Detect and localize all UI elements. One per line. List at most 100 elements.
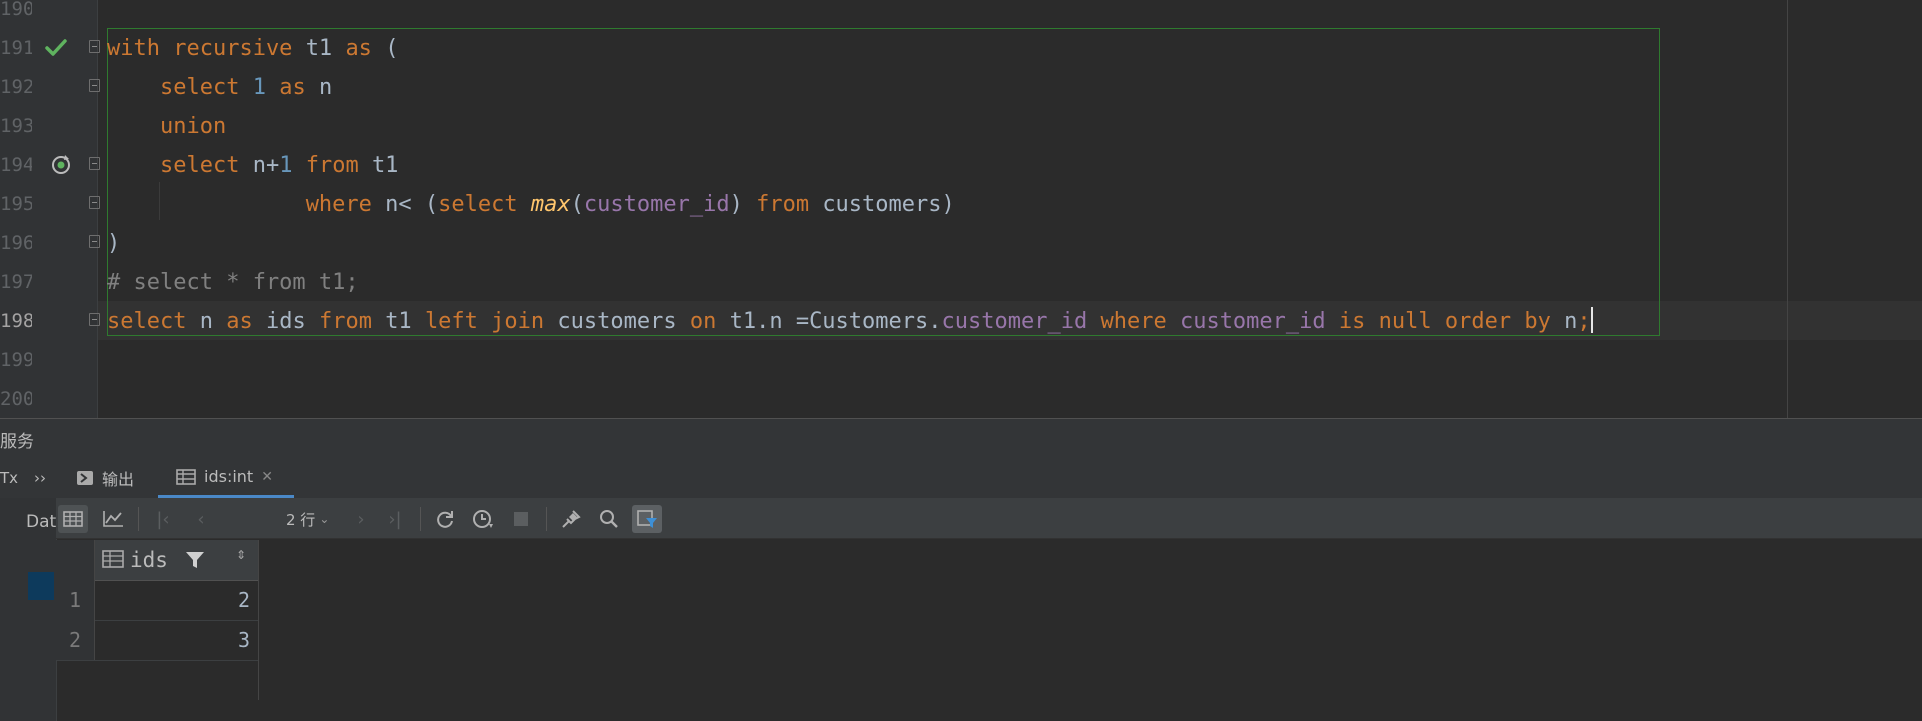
code-line[interactable]: )	[107, 224, 1593, 263]
column-header-ids[interactable]: ids	[130, 548, 168, 572]
cell-value[interactable]: 3	[238, 620, 250, 660]
fold-marker[interactable]	[89, 79, 100, 92]
code-token: select	[159, 75, 253, 100]
console-icon	[77, 471, 93, 485]
tab-result-label: ids:int	[204, 467, 254, 486]
stop-icon[interactable]	[506, 505, 536, 533]
column-icon	[102, 550, 124, 568]
table-icon	[176, 468, 196, 485]
last-page-icon[interactable]: ›|	[380, 505, 410, 533]
refresh-icon[interactable]	[430, 505, 460, 533]
pin-icon[interactable]	[556, 505, 586, 533]
code-token: customer_id	[583, 192, 730, 217]
search-icon[interactable]	[594, 505, 624, 533]
fold-marker[interactable]	[89, 235, 100, 248]
recursive-query-icon[interactable]	[49, 153, 73, 177]
line-number: 194	[0, 154, 32, 176]
code-token: as	[226, 309, 266, 334]
code-token: n	[199, 309, 227, 334]
code-line[interactable]: # select * from t1;	[107, 263, 1593, 302]
line-number: 193	[0, 115, 32, 137]
code-token: from	[318, 309, 386, 334]
prev-page-icon[interactable]: ‹	[186, 505, 216, 533]
code-token: n	[318, 75, 333, 100]
right-margin-guide	[1787, 0, 1788, 418]
next-page-icon[interactable]: ›	[346, 505, 376, 533]
code-token: n	[1564, 309, 1578, 334]
services-tree[interactable]: Dat	[0, 498, 57, 721]
code-token: ids	[265, 309, 319, 334]
first-page-icon[interactable]: |‹	[148, 505, 178, 533]
services-header: 服务	[0, 418, 1922, 459]
grid-header: ids ⇕	[56, 540, 258, 581]
tree-item-selected[interactable]	[28, 572, 54, 600]
row-number: 1	[56, 580, 95, 620]
code-token: )	[729, 192, 757, 217]
code-token: where	[305, 192, 386, 217]
line-number: 198	[0, 310, 32, 332]
row-number: 2	[56, 620, 95, 660]
line-number: 192	[0, 76, 32, 98]
history-icon[interactable]	[468, 505, 498, 533]
code-line[interactable]: select n+1 from t1	[107, 146, 1593, 185]
tree-item-label[interactable]: Dat	[26, 512, 56, 532]
code-token: on	[689, 309, 730, 334]
code-token: t1.n =Customers.	[729, 309, 942, 334]
code-line[interactable]: where n< (select max(customer_id) from c…	[107, 185, 1593, 224]
code-line[interactable]: select n as ids from t1 left join custom…	[107, 302, 1593, 341]
table-row[interactable]: 1 2	[56, 580, 258, 621]
code-token: customers)	[822, 192, 955, 217]
line-number: 191	[0, 37, 32, 59]
chevron-down-icon: ⌄	[319, 512, 330, 526]
chart-icon[interactable]	[98, 505, 128, 533]
code-token: (	[385, 36, 399, 61]
rows-count: 2 行	[286, 510, 316, 529]
code-token: as	[279, 75, 319, 100]
services-title: 服务	[0, 432, 34, 452]
text-caret	[1590, 307, 1593, 333]
result-toolbar: |‹ ‹ 2 行 ⌄ › ›|	[56, 498, 1922, 539]
tab-output-label: 输出	[102, 470, 135, 489]
code-token: select	[438, 192, 531, 217]
line-number: 199	[0, 349, 32, 371]
line-number: 196	[0, 232, 32, 254]
code-token: customers	[557, 309, 690, 334]
sort-icon[interactable]: ⇕	[236, 548, 246, 562]
check-icon[interactable]	[44, 37, 68, 59]
left-strip-label[interactable]: Tx	[0, 458, 22, 498]
code-token: n< (	[385, 192, 439, 217]
code-token: max	[530, 192, 571, 217]
filter-icon[interactable]	[632, 505, 662, 533]
code-token: is null order by	[1338, 309, 1565, 334]
tab-result-ids[interactable]: ids:int ✕	[158, 458, 294, 498]
grid-view-icon[interactable]	[58, 505, 88, 533]
services-panel: Tx ›› 输出 ids:int ✕ Dat |‹ ‹ 2 行 ⌄ › ›| i…	[0, 458, 1922, 721]
fold-marker[interactable]	[89, 196, 100, 209]
code-line[interactable]: select 1 as n	[107, 68, 1593, 107]
line-number: 190	[0, 0, 32, 20]
tab-output[interactable]: 输出	[76, 458, 134, 498]
code-token: # select * from t1;	[107, 270, 359, 295]
code-editor[interactable]: 190 191 192 193 194 195 196 197 198 199 …	[0, 0, 1922, 418]
code-token: t1	[385, 309, 425, 334]
code-line[interactable]: union	[107, 107, 1593, 146]
close-icon[interactable]: ✕	[261, 469, 273, 485]
sql-code[interactable]: with recursive t1 as ( select 1 as n uni…	[107, 29, 1593, 341]
fold-marker[interactable]	[89, 313, 100, 326]
code-token: union	[159, 114, 227, 139]
rows-select[interactable]: 2 行 ⌄	[286, 505, 329, 533]
table-row[interactable]: 2 3	[56, 620, 258, 661]
more-tabs-icon[interactable]: ››	[34, 458, 46, 498]
fold-marker[interactable]	[89, 157, 100, 170]
cell-value[interactable]: 2	[238, 580, 250, 620]
code-line[interactable]: with recursive t1 as (	[107, 29, 1593, 68]
code-token: as	[345, 36, 386, 61]
column-filter-icon[interactable]	[185, 550, 205, 570]
line-number: 197	[0, 271, 32, 293]
code-token: t1	[305, 36, 346, 61]
code-token: (	[570, 192, 584, 217]
fold-marker[interactable]	[89, 40, 100, 53]
